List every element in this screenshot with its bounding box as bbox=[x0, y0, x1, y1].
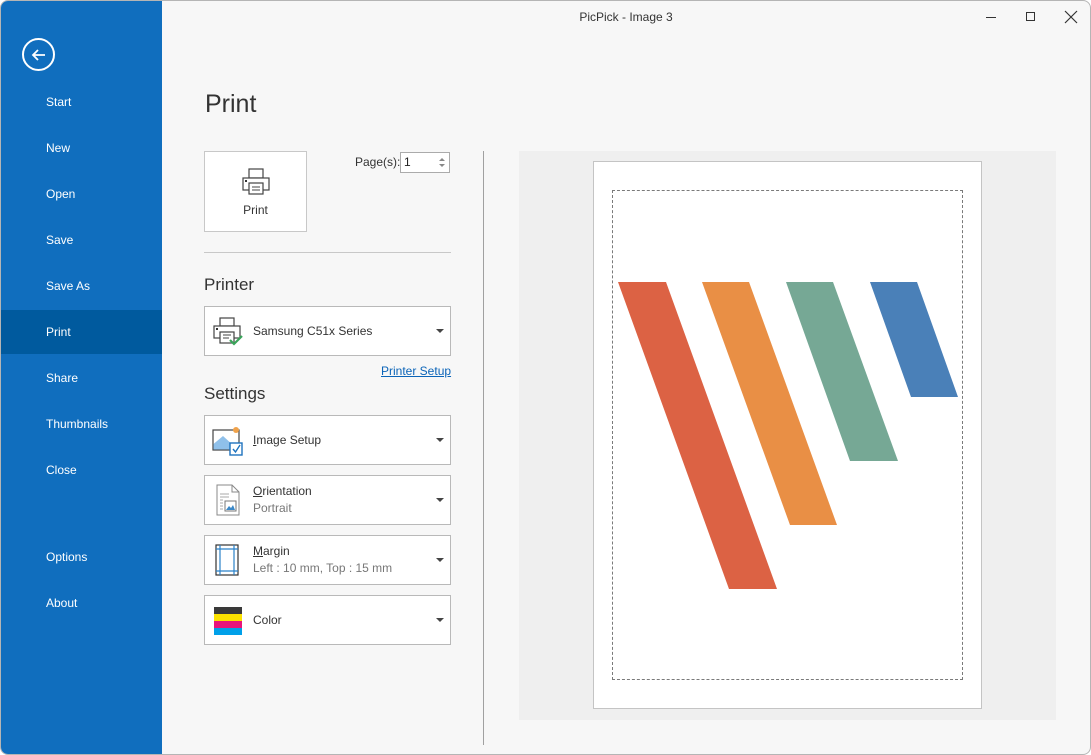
print-button-label: Print bbox=[243, 203, 268, 217]
printer-setup-link[interactable]: Printer Setup bbox=[381, 364, 451, 378]
sidebar-item-close[interactable]: Close bbox=[1, 448, 162, 492]
maximize-icon bbox=[1026, 12, 1035, 21]
margin-dropdown[interactable]: Margin Left : 10 mm, Top : 15 mm bbox=[204, 535, 451, 585]
back-button[interactable] bbox=[22, 38, 55, 71]
sidebar-item-label: Thumbnails bbox=[46, 417, 109, 431]
sidebar-item-label: Start bbox=[46, 95, 72, 109]
margin-label: Margin bbox=[253, 544, 290, 558]
margin-icon bbox=[215, 544, 239, 576]
margin-value: Left : 10 mm, Top : 15 mm bbox=[253, 561, 393, 575]
sidebar-item-thumbnails[interactable]: Thumbnails bbox=[1, 402, 162, 446]
chevron-down-icon bbox=[436, 618, 444, 622]
window-title: PicPick - Image 3 bbox=[579, 10, 673, 24]
printer-ready-icon bbox=[213, 317, 243, 346]
orientation-dropdown[interactable]: Orientation Portrait bbox=[204, 475, 451, 525]
sidebar-item-print[interactable]: Print bbox=[1, 310, 162, 354]
cmyk-color-icon bbox=[214, 607, 242, 635]
sidebar-item-save[interactable]: Save bbox=[1, 218, 162, 262]
back-arrow-icon bbox=[31, 48, 45, 61]
chevron-down-icon bbox=[436, 498, 444, 502]
sidebar-item-about[interactable]: About bbox=[1, 581, 162, 625]
preview-page bbox=[593, 161, 982, 709]
sidebar-item-label: Print bbox=[46, 325, 71, 339]
picpick-window: Start New Open Save Save As Print Share … bbox=[0, 0, 1091, 755]
picpick-logo-image bbox=[618, 282, 958, 589]
logo-stripe-blue bbox=[870, 282, 958, 397]
printer-section-title: Printer bbox=[204, 275, 255, 294]
color-label: Color bbox=[253, 613, 282, 627]
sidebar-item-label: Save bbox=[46, 233, 74, 247]
chevron-down-icon bbox=[436, 329, 444, 333]
pages-label: Page(s): bbox=[355, 155, 401, 169]
printer-icon bbox=[241, 168, 270, 195]
image-setup-icon bbox=[212, 427, 243, 456]
sidebar-item-start[interactable]: Start bbox=[1, 80, 162, 124]
image-setup-dropdown[interactable]: Image Setup bbox=[204, 415, 451, 465]
sidebar-item-label: New bbox=[46, 141, 71, 155]
printer-dropdown[interactable]: Samsung C51x Series bbox=[204, 306, 451, 356]
close-button[interactable] bbox=[1051, 1, 1090, 33]
chevron-down-icon bbox=[436, 438, 444, 442]
sidebar-item-label: Save As bbox=[46, 279, 91, 293]
print-preview bbox=[519, 151, 1056, 720]
sidebar-item-save-as[interactable]: Save As bbox=[1, 264, 162, 308]
sidebar-item-new[interactable]: New bbox=[1, 126, 162, 170]
page-title: Print bbox=[205, 90, 257, 118]
minimize-button[interactable] bbox=[971, 1, 1011, 33]
orientation-value: Portrait bbox=[253, 501, 292, 515]
spin-arrows-icon[interactable] bbox=[438, 155, 446, 170]
orientation-label: Orientation bbox=[253, 484, 312, 498]
vertical-divider bbox=[483, 151, 484, 745]
backstage-sidebar: Start New Open Save Save As Print Share … bbox=[1, 1, 162, 754]
minimize-icon bbox=[986, 17, 996, 18]
color-dropdown[interactable]: Color bbox=[204, 595, 451, 645]
sidebar-item-label: Share bbox=[46, 371, 79, 385]
chevron-down-icon bbox=[436, 558, 444, 562]
close-icon bbox=[1064, 10, 1078, 24]
maximize-button[interactable] bbox=[1011, 1, 1051, 33]
settings-section-title: Settings bbox=[204, 384, 266, 403]
pages-value: 1 bbox=[404, 155, 411, 169]
sidebar-item-share[interactable]: Share bbox=[1, 356, 162, 400]
divider bbox=[204, 252, 451, 253]
sidebar-item-options[interactable]: Options bbox=[1, 535, 162, 579]
printer-name: Samsung C51x Series bbox=[253, 324, 373, 338]
sidebar-item-label: Close bbox=[46, 463, 77, 477]
sidebar-item-open[interactable]: Open bbox=[1, 172, 162, 216]
orientation-page-icon bbox=[216, 484, 240, 516]
print-button[interactable]: Print bbox=[204, 151, 307, 232]
sidebar-item-label: Open bbox=[46, 187, 76, 201]
sidebar-item-label: Options bbox=[46, 550, 88, 564]
pages-input[interactable]: 1 bbox=[400, 152, 450, 173]
image-setup-label: Image Setup bbox=[253, 433, 322, 447]
sidebar-item-label: About bbox=[46, 596, 78, 610]
